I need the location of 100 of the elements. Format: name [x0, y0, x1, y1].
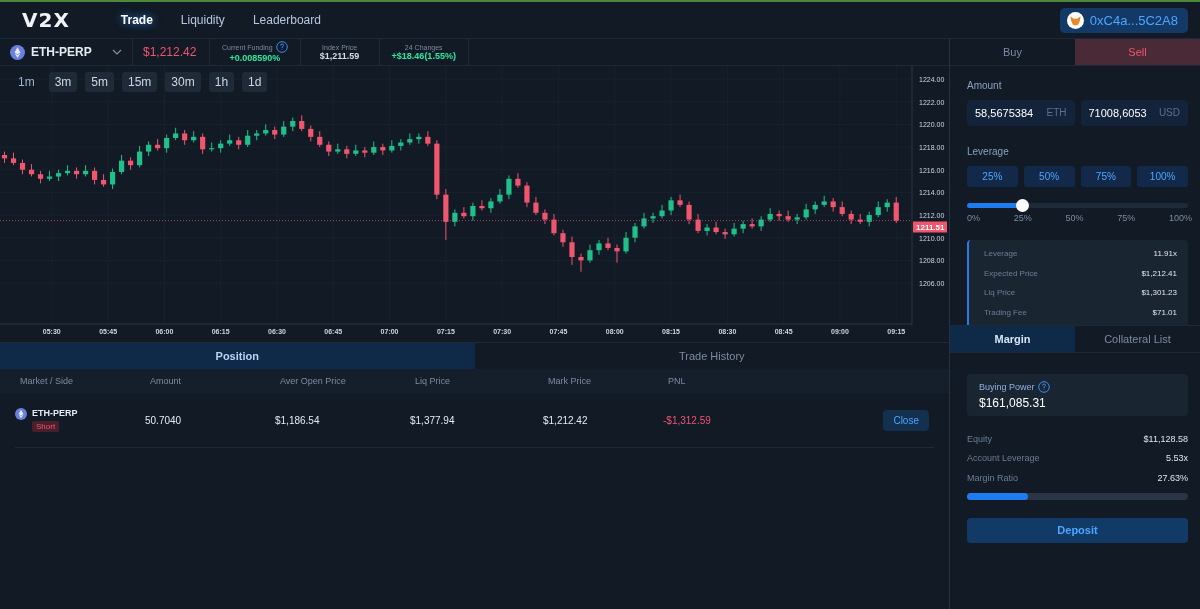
- candlestick: [200, 132, 206, 155]
- candlestick: [533, 196, 539, 216]
- market-name: ETH-PERP: [32, 408, 78, 418]
- slider-thumb[interactable]: [1016, 199, 1030, 212]
- timeframe-button[interactable]: 5m: [85, 72, 114, 92]
- nav-tab[interactable]: Liquidity: [180, 9, 225, 31]
- side-tag: Short: [32, 421, 60, 432]
- app-logo[interactable]: V2X: [22, 8, 70, 32]
- table-cell-text: $1,186.54: [275, 414, 321, 426]
- panel-tab[interactable]: Margin: [950, 326, 1075, 352]
- panel-tab[interactable]: Position: [0, 343, 475, 369]
- candlestick: [119, 154, 125, 175]
- candlestick: [109, 168, 116, 190]
- preset-button[interactable]: 50%: [1023, 166, 1075, 187]
- candlestick: [767, 207, 773, 223]
- scale-label: 0%: [967, 213, 980, 223]
- summary-label: Expected Price: [984, 268, 1038, 278]
- stat-value: $11,128.58: [1143, 433, 1188, 444]
- candlestick: [614, 244, 620, 264]
- preset-button[interactable]: 75%: [1080, 166, 1132, 187]
- candlestick: [722, 228, 728, 240]
- scale-label: 50%: [1065, 213, 1084, 223]
- candlestick: [488, 197, 494, 214]
- ethereum-icon: [10, 44, 25, 60]
- candlestick: [506, 174, 512, 200]
- timeframe-button[interactable]: 3m: [48, 72, 78, 92]
- ethereum-icon: [15, 408, 27, 420]
- candlestick: [524, 181, 530, 208]
- candlestick: [713, 221, 719, 235]
- candlestick: [605, 237, 611, 251]
- candlestick: [641, 212, 647, 230]
- unit-label: USD: [1158, 107, 1180, 118]
- timeframe-button[interactable]: 1d: [242, 72, 268, 92]
- stat-value: $1,211.59: [319, 50, 360, 61]
- stat-value: 27.63%: [1157, 472, 1188, 483]
- candlestick: [704, 223, 710, 236]
- candlestick: [569, 236, 575, 266]
- timeframe-button[interactable]: 1m: [12, 72, 41, 92]
- column-header: PNL: [668, 376, 687, 386]
- column-header: Mark Price: [548, 376, 592, 386]
- stat-value: +0.008590%: [229, 53, 281, 63]
- deposit-button[interactable]: Deposit: [967, 517, 1188, 543]
- stat-label: Margin Ratio: [967, 472, 1019, 483]
- candlestick: [587, 244, 593, 264]
- candlestick: [596, 239, 602, 256]
- stat-value: 5.53x: [1165, 453, 1188, 464]
- candlestick: [695, 213, 701, 234]
- column-header: Market / Side: [20, 376, 75, 386]
- candlestick: [677, 194, 683, 208]
- summary-label: Leverage: [984, 249, 1018, 259]
- candlestick: [515, 172, 521, 189]
- candlestick: [659, 204, 665, 219]
- candlestick: [452, 208, 458, 227]
- preset-button[interactable]: 100%: [1137, 166, 1188, 187]
- buying-power-value: $161,085.31: [979, 396, 1047, 410]
- preset-button[interactable]: 25%: [967, 166, 1018, 187]
- summary-value: 11.91x: [1153, 249, 1177, 259]
- close-button[interactable]: Close: [883, 409, 929, 431]
- leverage-label: Leverage: [967, 146, 1010, 157]
- table-cell-text: $1,377.94: [410, 414, 456, 426]
- candlestick: [578, 253, 584, 273]
- candlestick: [425, 130, 431, 147]
- side-tab[interactable]: Sell: [1075, 39, 1200, 65]
- column-header: Aver Open Price: [280, 376, 347, 386]
- fox-icon: [1066, 11, 1084, 29]
- candlestick: [497, 188, 503, 205]
- help-icon[interactable]: [1037, 381, 1050, 393]
- nav-tab[interactable]: Trade: [120, 9, 153, 31]
- candlestick: [686, 200, 692, 225]
- wallet-button[interactable]: 0xC4a...5C2A8: [1059, 7, 1188, 33]
- timeframe-button[interactable]: 15m: [122, 72, 158, 92]
- help-icon[interactable]: [275, 41, 288, 53]
- last-price-badge: 1211.51: [913, 221, 948, 233]
- amount-label: Amount: [967, 80, 1003, 91]
- candlestick: [164, 134, 170, 154]
- timeframe-button[interactable]: 30m: [165, 72, 201, 92]
- stat-label: Equity: [967, 433, 992, 444]
- summary-label: Trading Fee: [984, 307, 1027, 317]
- candlestick: [668, 196, 674, 216]
- stat-value: +$18.46(1.55%): [391, 50, 456, 61]
- timeframe-button[interactable]: 1h: [208, 72, 235, 92]
- unit-label: ETH: [1046, 107, 1067, 118]
- candlestick: [632, 222, 638, 243]
- stat-label: Account Leverage: [967, 453, 1040, 464]
- column-header: Liq Price: [415, 376, 451, 386]
- candlestick: [137, 145, 143, 168]
- candlestick: [740, 220, 746, 234]
- table-cell-text: 50.7040: [145, 414, 183, 426]
- pnl-value: -$1,312.59: [663, 414, 712, 426]
- table-cell-text: $1,212.42: [543, 414, 589, 426]
- candlestick: [785, 210, 791, 223]
- summary-value: $71.01: [1152, 307, 1177, 317]
- candlestick: [470, 202, 476, 222]
- candlestick: [542, 208, 548, 225]
- market-selector[interactable]: ETH-PERP: [0, 39, 133, 65]
- candlestick: [551, 213, 557, 236]
- candlestick: [893, 196, 899, 224]
- column-header: Amount: [150, 376, 183, 386]
- nav-tab[interactable]: Leaderboard: [252, 9, 321, 31]
- summary-label: Liq Price: [984, 288, 1016, 298]
